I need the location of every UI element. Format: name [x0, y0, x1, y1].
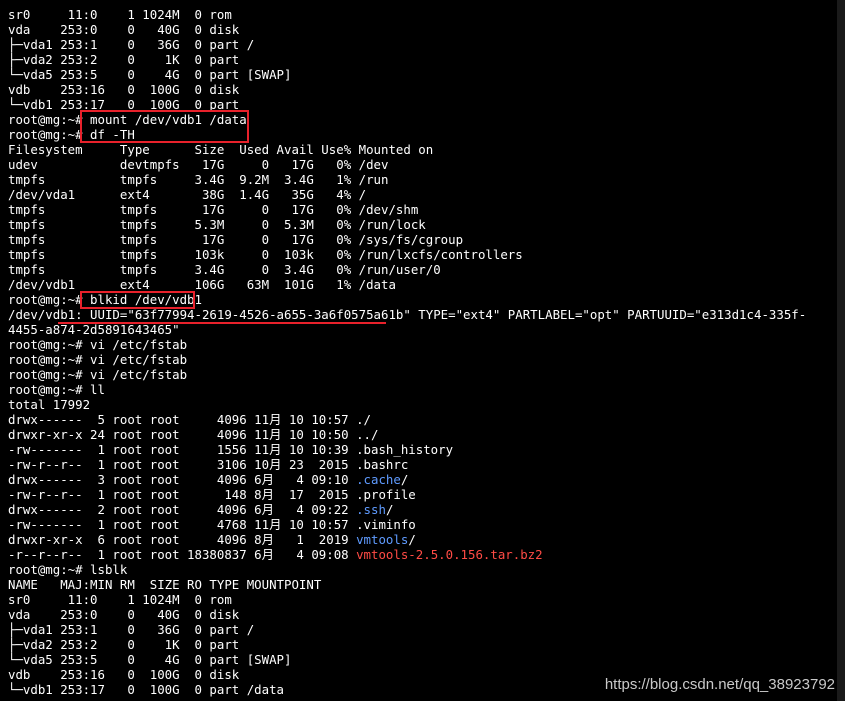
lsblk-row: ├─vda2 253:2 0 1K 0 part	[8, 637, 240, 652]
df-row: tmpfs tmpfs 17G 0 17G 0% /sys/fs/cgroup	[8, 232, 464, 247]
dir-ssh: .ssh	[356, 502, 386, 517]
terminal-line: vdb 253:16 0 100G 0 disk	[8, 82, 240, 97]
df-row: tmpfs tmpfs 3.4G 0 3.4G 0% /run/user/0	[8, 262, 441, 277]
terminal-line: └─vda5 253:5 0 4G 0 part [SWAP]	[8, 67, 292, 82]
uuid-underline	[58, 322, 386, 324]
highlight-box-blkid	[80, 291, 195, 309]
lsblk-row: └─vda5 253:5 0 4G 0 part [SWAP]	[8, 652, 292, 667]
lsblk-row: vda 253:0 0 40G 0 disk	[8, 607, 240, 622]
df-row: tmpfs tmpfs 103k 0 103k 0% /run/lxcfs/co…	[8, 247, 523, 262]
df-row: tmpfs tmpfs 3.4G 9.2M 3.4G 1% /run	[8, 172, 389, 187]
terminal-line: ├─vda1 253:1 0 36G 0 part /	[8, 37, 255, 52]
command-ll: root@mg:~# ll	[8, 382, 105, 397]
command-vi: root@mg:~# vi /etc/fstab	[8, 337, 188, 352]
terminal-line: vda 253:0 0 40G 0 disk	[8, 22, 240, 37]
df-row: udev devtmpfs 17G 0 17G 0% /dev	[8, 157, 389, 172]
ll-row: drwxr-xr-x 24 root root 4096 11月 10 10:5…	[8, 427, 379, 442]
lsblk-row: sr0 11:0 1 1024M 0 rom	[8, 592, 232, 607]
blkid-output: /dev/vdb1: UUID="63f77994-2619-4526-a655…	[8, 307, 807, 322]
terminal-window[interactable]: sr0 11:0 1 1024M 0 rom vda 253:0 0 40G 0…	[0, 0, 845, 701]
ll-row: -r--r--r-- 1 root root 18380837 6月 4 09:…	[8, 547, 543, 562]
ll-row: drwx------ 2 root root 4096 6月 4 09:22 .…	[8, 502, 394, 517]
ll-row: drwxr-xr-x 6 root root 4096 8月 1 2019 vm…	[8, 532, 416, 547]
archive-file: vmtools-2.5.0.156.tar.bz2	[356, 547, 543, 562]
ll-row: -rw------- 1 root root 1556 11月 10 10:39…	[8, 442, 454, 457]
ll-row: drwx------ 3 root root 4096 6月 4 09:10 .…	[8, 472, 409, 487]
terminal-top-strip	[0, 0, 845, 4]
lsblk-header: NAME MAJ:MIN RM SIZE RO TYPE MOUNTPOINT	[8, 577, 322, 592]
ll-row: -rw------- 1 root root 4768 11月 10 10:57…	[8, 517, 416, 532]
df-header: Filesystem Type Size Used Avail Use% Mou…	[8, 142, 434, 157]
command-vi: root@mg:~# vi /etc/fstab	[8, 367, 188, 382]
df-row: tmpfs tmpfs 17G 0 17G 0% /dev/shm	[8, 202, 419, 217]
ll-row: -rw-r--r-- 1 root root 3106 10月 23 2015 …	[8, 457, 409, 472]
df-row: tmpfs tmpfs 5.3M 0 5.3M 0% /run/lock	[8, 217, 426, 232]
df-row: /dev/vda1 ext4 38G 1.4G 35G 4% /	[8, 187, 367, 202]
df-row: /dev/vdb1 ext4 106G 63M 101G 1% /data	[8, 277, 396, 292]
dir-cache: .cache	[356, 472, 401, 487]
ll-row: -rw-r--r-- 1 root root 148 8月 17 2015 .p…	[8, 487, 416, 502]
terminal-line: sr0 11:0 1 1024M 0 rom	[8, 7, 232, 22]
lsblk-row: ├─vda1 253:1 0 36G 0 part /	[8, 622, 255, 637]
highlight-box-mount	[80, 110, 249, 143]
blkid-output-cont: 4455-a874-2d5891643465"	[8, 322, 180, 337]
dir-vmtools: vmtools	[356, 532, 409, 547]
ll-row: drwx------ 5 root root 4096 11月 10 10:57…	[8, 412, 372, 427]
terminal-scrollbar[interactable]	[837, 0, 845, 701]
command-lsblk: root@mg:~# lsblk	[8, 562, 128, 577]
terminal-line: ├─vda2 253:2 0 1K 0 part	[8, 52, 240, 67]
command-vi: root@mg:~# vi /etc/fstab	[8, 352, 188, 367]
watermark-text: https://blog.csdn.net/qq_38923792	[604, 676, 835, 693]
ll-total: total 17992	[8, 397, 91, 412]
